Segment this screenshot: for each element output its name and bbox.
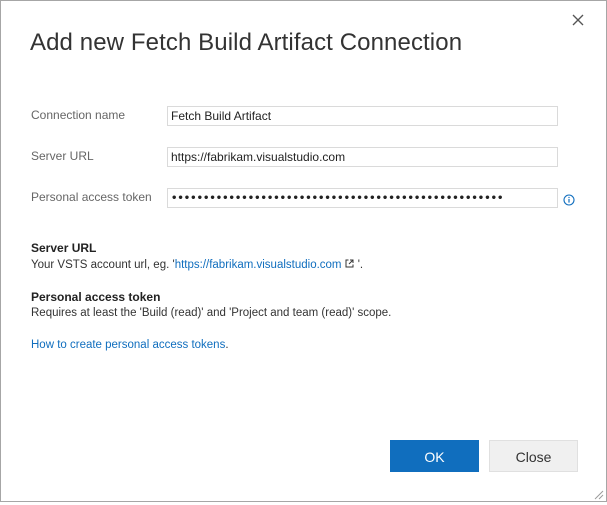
- connection-name-label: Connection name: [31, 108, 126, 122]
- server-url-input[interactable]: [167, 147, 558, 167]
- server-url-example-link[interactable]: https://fabrikam.visualstudio.com: [175, 259, 342, 271]
- server-url-help-suffix: '.: [354, 259, 364, 271]
- howto-suffix: .: [225, 339, 229, 351]
- external-link-icon[interactable]: [345, 259, 354, 268]
- close-icon[interactable]: [567, 9, 589, 31]
- howto-line: How to create personal access tokens.: [31, 339, 229, 351]
- howto-personal-access-tokens-link[interactable]: How to create personal access tokens: [31, 339, 225, 351]
- token-help-heading: Personal access token: [31, 290, 161, 304]
- resize-grip-icon[interactable]: [592, 487, 604, 500]
- add-connection-dialog: Add new Fetch Build Artifact Connection …: [0, 0, 607, 502]
- token-help-text: Requires at least the 'Build (read)' and…: [31, 307, 392, 319]
- personal-access-token-input[interactable]: [167, 188, 558, 208]
- server-url-help-text: Your VSTS account url, eg. 'https://fabr…: [31, 259, 363, 271]
- close-button[interactable]: Close: [489, 440, 578, 472]
- connection-name-input[interactable]: [167, 106, 558, 126]
- server-url-help-prefix: Your VSTS account url, eg. ': [31, 259, 175, 271]
- server-url-help-heading: Server URL: [31, 241, 97, 255]
- personal-access-token-label: Personal access token: [31, 190, 152, 204]
- ok-button[interactable]: OK: [390, 440, 479, 472]
- server-url-label: Server URL: [31, 149, 94, 163]
- dialog-title: Add new Fetch Build Artifact Connection: [30, 29, 463, 56]
- info-icon[interactable]: [563, 193, 575, 206]
